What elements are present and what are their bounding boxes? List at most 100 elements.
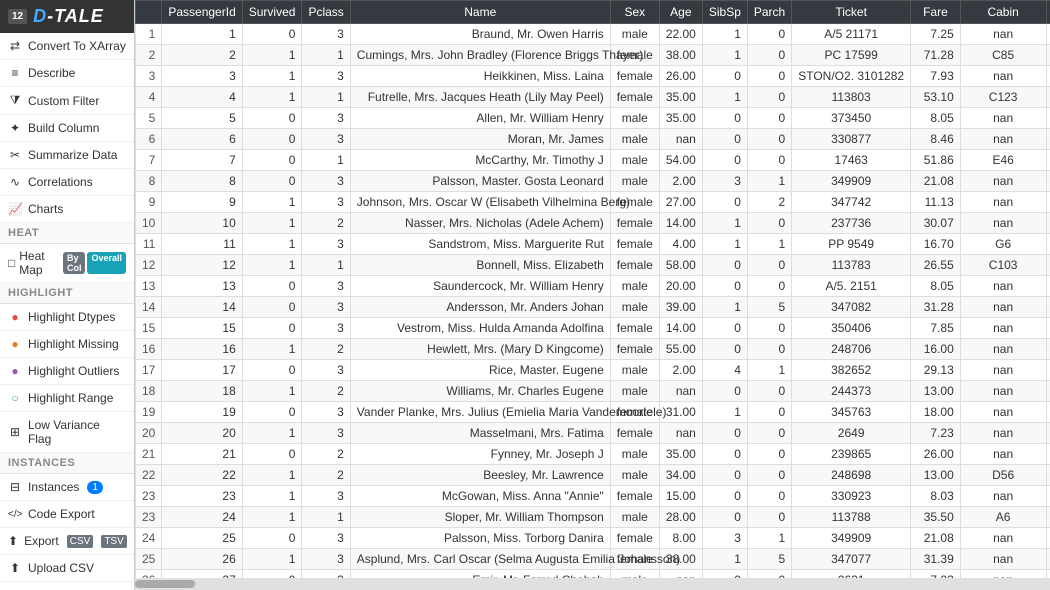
sidebar-item-correlations[interactable]: ∿ Correlations (0, 169, 134, 196)
cell-survived: 1 (242, 234, 302, 255)
sidebar-item-describe[interactable]: ≡ Describe (0, 60, 134, 87)
table-row: 131303Saundercock, Mr. William Henrymale… (136, 276, 1050, 297)
cell-cabin: D56 (960, 465, 1046, 486)
sidebar-item-charts[interactable]: 📈 Charts (0, 196, 134, 223)
cell-cabin: nan (960, 318, 1046, 339)
export-icon: ⬆ (8, 534, 18, 548)
cell-age: nan (659, 381, 702, 402)
cell-fare: 7.23 (911, 423, 961, 444)
export-tsv-badge[interactable]: TSV (101, 535, 126, 548)
cell-cabin: nan (960, 192, 1046, 213)
sidebar-item-label: Highlight Missing (28, 337, 119, 351)
col-header-name[interactable]: Name (350, 1, 610, 24)
cell-survived: 1 (242, 339, 302, 360)
correlations-icon: ∿ (8, 175, 22, 189)
cell-age: 15.00 (659, 486, 702, 507)
scrollbar-thumb[interactable] (135, 580, 195, 588)
sidebar-item-highlight-missing[interactable]: ● Highlight Missing (0, 331, 134, 358)
cell-sex: male (610, 570, 659, 579)
col-header-ticket[interactable]: Ticket (792, 1, 911, 24)
cell-name: Nasser, Mrs. Nicholas (Adele Achem) (350, 213, 610, 234)
cell-survived: 1 (242, 381, 302, 402)
cell-embarked: S (1046, 549, 1050, 570)
sidebar-item-label: Highlight Outliers (28, 364, 119, 378)
sidebar-item-summarize-data[interactable]: ✂ Summarize Data (0, 142, 134, 169)
table-body: 1103Braund, Mr. Owen Harrismale22.0010A/… (136, 24, 1050, 579)
cell-cabin: nan (960, 24, 1046, 45)
col-header-parch[interactable]: Parch (747, 1, 791, 24)
sidebar-item-highlight-outliers[interactable]: ● Highlight Outliers (0, 358, 134, 385)
main-content: PassengerId Survived Pclass Name Sex Age… (135, 0, 1050, 590)
cell-pclass: 3 (302, 24, 350, 45)
table-row: 232411Sloper, Mr. William Thompsonmale28… (136, 507, 1050, 528)
cell-parch: 0 (747, 150, 791, 171)
heatmap-badges: By Col Overall (63, 252, 126, 274)
cell-sibsp: 1 (702, 297, 747, 318)
table-wrapper[interactable]: PassengerId Survived Pclass Name Sex Age… (135, 0, 1050, 578)
cell-cabin: nan (960, 570, 1046, 579)
col-header-age[interactable]: Age (659, 1, 702, 24)
cell-sex: female (610, 339, 659, 360)
cell-embarked: C (1046, 570, 1050, 579)
highlight-range-icon: ○ (8, 391, 22, 405)
sidebar-item-instances[interactable]: ⊟ Instances 1 (0, 474, 134, 501)
cell-passengerid: 25 (162, 528, 242, 549)
instances-section-header: Instances (0, 453, 134, 474)
cell-passengerid: 11 (162, 234, 242, 255)
cell-embarked: S (1046, 297, 1050, 318)
row-index: 9 (136, 192, 162, 213)
col-header-embarked[interactable]: Embarked (1046, 1, 1050, 24)
cell-name: Saundercock, Mr. William Henry (350, 276, 610, 297)
cell-ticket: 2649 (792, 423, 911, 444)
col-header-sex[interactable]: Sex (610, 1, 659, 24)
cell-fare: 35.50 (911, 507, 961, 528)
highlight-missing-icon: ● (8, 337, 22, 351)
cell-pclass: 3 (302, 276, 350, 297)
sidebar-item-label: Highlight Range (28, 391, 113, 405)
cell-parch: 0 (747, 339, 791, 360)
sidebar-item-build-column[interactable]: ✦ Build Column (0, 115, 134, 142)
col-header-pclass[interactable]: Pclass (302, 1, 350, 24)
cell-cabin: E46 (960, 150, 1046, 171)
table-row: 141403Andersson, Mr. Anders Johanmale39.… (136, 297, 1050, 318)
table-row: 202013Masselmani, Mrs. Fatimafemalenan00… (136, 423, 1050, 444)
row-index: 10 (136, 213, 162, 234)
cell-sibsp: 0 (702, 318, 747, 339)
sidebar-item-refresh-widths[interactable]: ↔ Refresh Widths (0, 582, 134, 590)
sidebar-item-highlight-dtypes[interactable]: ● Highlight Dtypes (0, 304, 134, 331)
cell-age: 22.00 (659, 24, 702, 45)
cell-embarked: S (1046, 24, 1050, 45)
sidebar-item-highlight-range[interactable]: ○ Highlight Range (0, 385, 134, 412)
row-index: 7 (136, 150, 162, 171)
cell-sibsp: 3 (702, 171, 747, 192)
horizontal-scrollbar[interactable] (135, 578, 1050, 590)
col-header-fare[interactable]: Fare (911, 1, 961, 24)
sidebar-item-low-variance[interactable]: ⊞ Low Variance Flag (0, 412, 134, 453)
table-row: 111113Sandstrom, Miss. Marguerite Rutfem… (136, 234, 1050, 255)
cell-sex: male (610, 129, 659, 150)
cell-parch: 0 (747, 486, 791, 507)
cell-survived: 0 (242, 570, 302, 579)
cell-parch: 0 (747, 276, 791, 297)
sidebar-item-upload-csv[interactable]: ⬆ Upload CSV (0, 555, 134, 582)
cell-age: 14.00 (659, 213, 702, 234)
cell-fare: 7.25 (911, 24, 961, 45)
cell-age: 35.00 (659, 87, 702, 108)
sidebar-item-heat-map[interactable]: □ Heat Map By Col Overall (0, 244, 134, 283)
col-header-survived[interactable]: Survived (242, 1, 302, 24)
col-header-cabin[interactable]: Cabin (960, 1, 1046, 24)
sidebar-item-code-export[interactable]: </> Code Export (0, 501, 134, 528)
col-header-sibsp[interactable]: SibSp (702, 1, 747, 24)
cell-sibsp: 3 (702, 528, 747, 549)
sidebar-item-convert-xarray[interactable]: ⇄ Convert To XArray (0, 33, 134, 60)
cell-ticket: 347742 (792, 192, 911, 213)
sidebar-item-custom-filter[interactable]: ⧩ Custom Filter (0, 87, 134, 115)
sidebar-item-export[interactable]: ⬆ Export CSV TSV (0, 528, 134, 555)
export-csv-badge[interactable]: CSV (67, 535, 94, 548)
cell-survived: 0 (242, 297, 302, 318)
cell-pclass: 1 (302, 507, 350, 528)
col-header-passengerid[interactable]: PassengerId (162, 1, 242, 24)
cell-name: McCarthy, Mr. Timothy J (350, 150, 610, 171)
cell-parch: 1 (747, 528, 791, 549)
cell-sex: female (610, 87, 659, 108)
